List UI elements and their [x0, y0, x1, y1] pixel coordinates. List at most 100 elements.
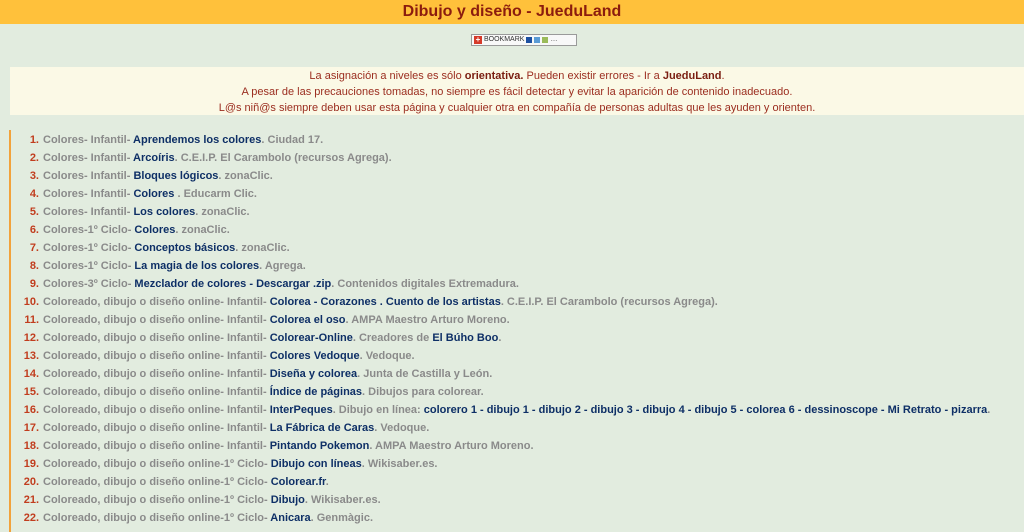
item-source: . Creadores de: [352, 332, 433, 344]
list-item: 16. Coloreado, dibujo o diseño online- In…: [0, 404, 1010, 422]
item-category: Coloreado, dibujo o diseño online- Infan…: [43, 368, 270, 380]
item-link[interactable]: Colores: [134, 224, 175, 236]
bookmark-button[interactable]: + BOOKMARK …: [471, 34, 577, 46]
item-source: . Wikisaber.es.: [361, 458, 438, 470]
item-category: Coloreado, dibujo o diseño online- Infan…: [43, 404, 270, 416]
item-source-2: .: [498, 332, 502, 344]
share-icon: [542, 37, 549, 43]
item-link[interactable]: Índice de páginas: [270, 386, 362, 398]
item-number: 11.: [24, 314, 39, 326]
item-link-2[interactable]: Corazones: [320, 296, 376, 308]
item-category: Colores- Infantil-: [43, 134, 134, 146]
list-item: 19. Coloreado, dibujo o diseño online-1º …: [0, 458, 1010, 476]
item-number: 4.: [29, 188, 39, 200]
item-source: . Vedoque.: [359, 350, 415, 362]
list-item: 9. Colores-3º Ciclo- Mezclador de colores…: [0, 278, 1010, 296]
list-item: 6. Colores-1º Ciclo- Colores. zonaClic.: [0, 224, 1010, 242]
notice-line-2: A pesar de las precauciones tomadas, no …: [241, 86, 793, 98]
item-category: Colores- Infantil-: [43, 152, 134, 164]
list-item: 8. Colores-1º Ciclo- La magia de los colo…: [0, 260, 1010, 278]
item-number: 20.: [23, 476, 39, 488]
item-link[interactable]: Conceptos básicos: [134, 242, 235, 254]
item-source: . C.E.I.P. El Carambolo (recursos Agrega…: [500, 296, 718, 308]
item-link[interactable]: InterPeques: [270, 404, 333, 416]
item-number: 1.: [29, 134, 39, 146]
item-number: 22.: [23, 512, 39, 524]
item-source: . Genmàgic.: [310, 512, 373, 524]
item-link[interactable]: Colorear-Online: [270, 332, 353, 344]
item-link[interactable]: Bloques lógicos: [133, 170, 218, 182]
list-item: 17. Coloreado, dibujo o diseño online- In…: [0, 422, 1010, 440]
list-item: 2. Colores- Infantil- Arcoíris. C.E.I.P. …: [0, 152, 1010, 170]
item-link[interactable]: Mezclador de colores: [134, 278, 246, 290]
item-source: . zonaClic.: [175, 224, 230, 236]
item-number: 17.: [23, 422, 39, 434]
item-link[interactable]: Diseña y colorea: [270, 368, 357, 380]
list-item: 12. Coloreado, dibujo o diseño online- In…: [0, 332, 1010, 350]
item-number: 15.: [23, 386, 39, 398]
list-item: 5. Colores- Infantil- Los colores. zonaCl…: [0, 206, 1010, 224]
list-item: 10. Coloreado, dibujo o diseño online- In…: [0, 296, 1010, 314]
item-source: . Contenidos digitales Extremadura.: [331, 278, 519, 290]
item-source: .: [325, 476, 329, 488]
list-item: 3. Colores- Infantil- Bloques lógicos. zo…: [0, 170, 1010, 188]
item-number: 9.: [29, 278, 39, 290]
item-category: Coloreado, dibujo o diseño online- Infan…: [43, 350, 270, 362]
item-link[interactable]: Aprendemos los colores: [133, 134, 261, 146]
item-link[interactable]: Anicara: [270, 512, 310, 524]
item-category: Coloreado, dibujo o diseño online-1º Cic…: [43, 494, 271, 506]
item-source: . Dibujos para colorear.: [362, 386, 484, 398]
item-link[interactable]: Pintando Pokemon: [270, 440, 370, 452]
item-link[interactable]: La magia de los colores: [134, 260, 259, 272]
item-source: . zonaClic.: [235, 242, 290, 254]
item-link[interactable]: Colores Vedoque: [270, 350, 360, 362]
notice-text: La asignación a niveles es sólo: [309, 70, 465, 82]
item-number: 21.: [23, 494, 39, 506]
item-sublinks[interactable]: colorero 1 - dibujo 1 - dibujo 2 - dibuj…: [424, 404, 988, 416]
item-source: . Vedoque.: [374, 422, 430, 434]
item-number: 14.: [23, 368, 39, 380]
item-number: 8.: [29, 260, 39, 272]
item-category: Colores-1º Ciclo-: [43, 242, 135, 254]
item-number: 6.: [29, 224, 39, 236]
more-icon: …: [550, 36, 558, 43]
list-item: 1. Colores- Infantil- Aprendemos los colo…: [0, 134, 1010, 152]
item-category: Coloreado, dibujo o diseño online- Infan…: [43, 332, 270, 344]
notice-line-1: La asignación a niveles es sólo orientat…: [10, 68, 1024, 84]
item-link[interactable]: Colores: [133, 188, 174, 200]
item-link[interactable]: Dibujo con líneas: [271, 458, 362, 470]
item-link[interactable]: Colorear.fr: [271, 476, 326, 488]
item-source: . Wikisaber.es.: [304, 494, 381, 506]
item-link[interactable]: Los colores: [133, 206, 195, 218]
list-item: 4. Colores- Infantil- Colores . Educarm C…: [0, 188, 1010, 206]
item-category: Coloreado, dibujo o diseño online- Infan…: [43, 296, 270, 308]
item-source: . AMPA Maestro Arturo Moreno.: [369, 440, 534, 452]
item-link[interactable]: Dibujo: [271, 494, 305, 506]
page-title: Dibujo y diseño - JueduLand: [402, 3, 622, 20]
resource-list: 1. Colores- Infantil- Aprendemos los colo…: [0, 134, 1010, 530]
item-category: Coloreado, dibujo o diseño online-1º Cic…: [43, 476, 271, 488]
bookmark-label: BOOKMARK: [484, 36, 525, 43]
item-link-3[interactable]: Cuento de los artistas: [386, 296, 501, 308]
list-item: 15. Coloreado, dibujo o diseño online- In…: [0, 386, 1010, 404]
notice-text: .: [721, 70, 725, 82]
item-link[interactable]: Arcoíris: [133, 152, 175, 164]
item-category: Colores-1º Ciclo-: [43, 224, 135, 236]
jueduland-link[interactable]: JueduLand: [663, 70, 722, 82]
item-separator: -: [246, 278, 257, 290]
item-source: . Agrega.: [259, 260, 306, 272]
item-category: Coloreado, dibujo o diseño online- Infan…: [43, 422, 270, 434]
list-item: 22. Coloreado, dibujo o diseño online-1º …: [0, 512, 1010, 530]
item-category: Colores-1º Ciclo-: [43, 260, 135, 272]
item-link-4[interactable]: El Búho Boo: [432, 332, 498, 344]
item-link[interactable]: La Fábrica de Caras: [270, 422, 375, 434]
page-header: Dibujo y diseño - JueduLand: [0, 0, 1024, 24]
plus-icon: +: [474, 35, 482, 44]
item-link[interactable]: Colorea el oso: [270, 314, 346, 326]
item-link-2[interactable]: Descargar .zip: [256, 278, 331, 290]
item-source: . Educarm Clic.: [174, 188, 257, 200]
item-category: Coloreado, dibujo o diseño online- Infan…: [43, 440, 270, 452]
item-separator: .: [376, 296, 386, 308]
item-link[interactable]: Colorea: [270, 296, 311, 308]
item-category: Colores- Infantil-: [43, 206, 134, 218]
